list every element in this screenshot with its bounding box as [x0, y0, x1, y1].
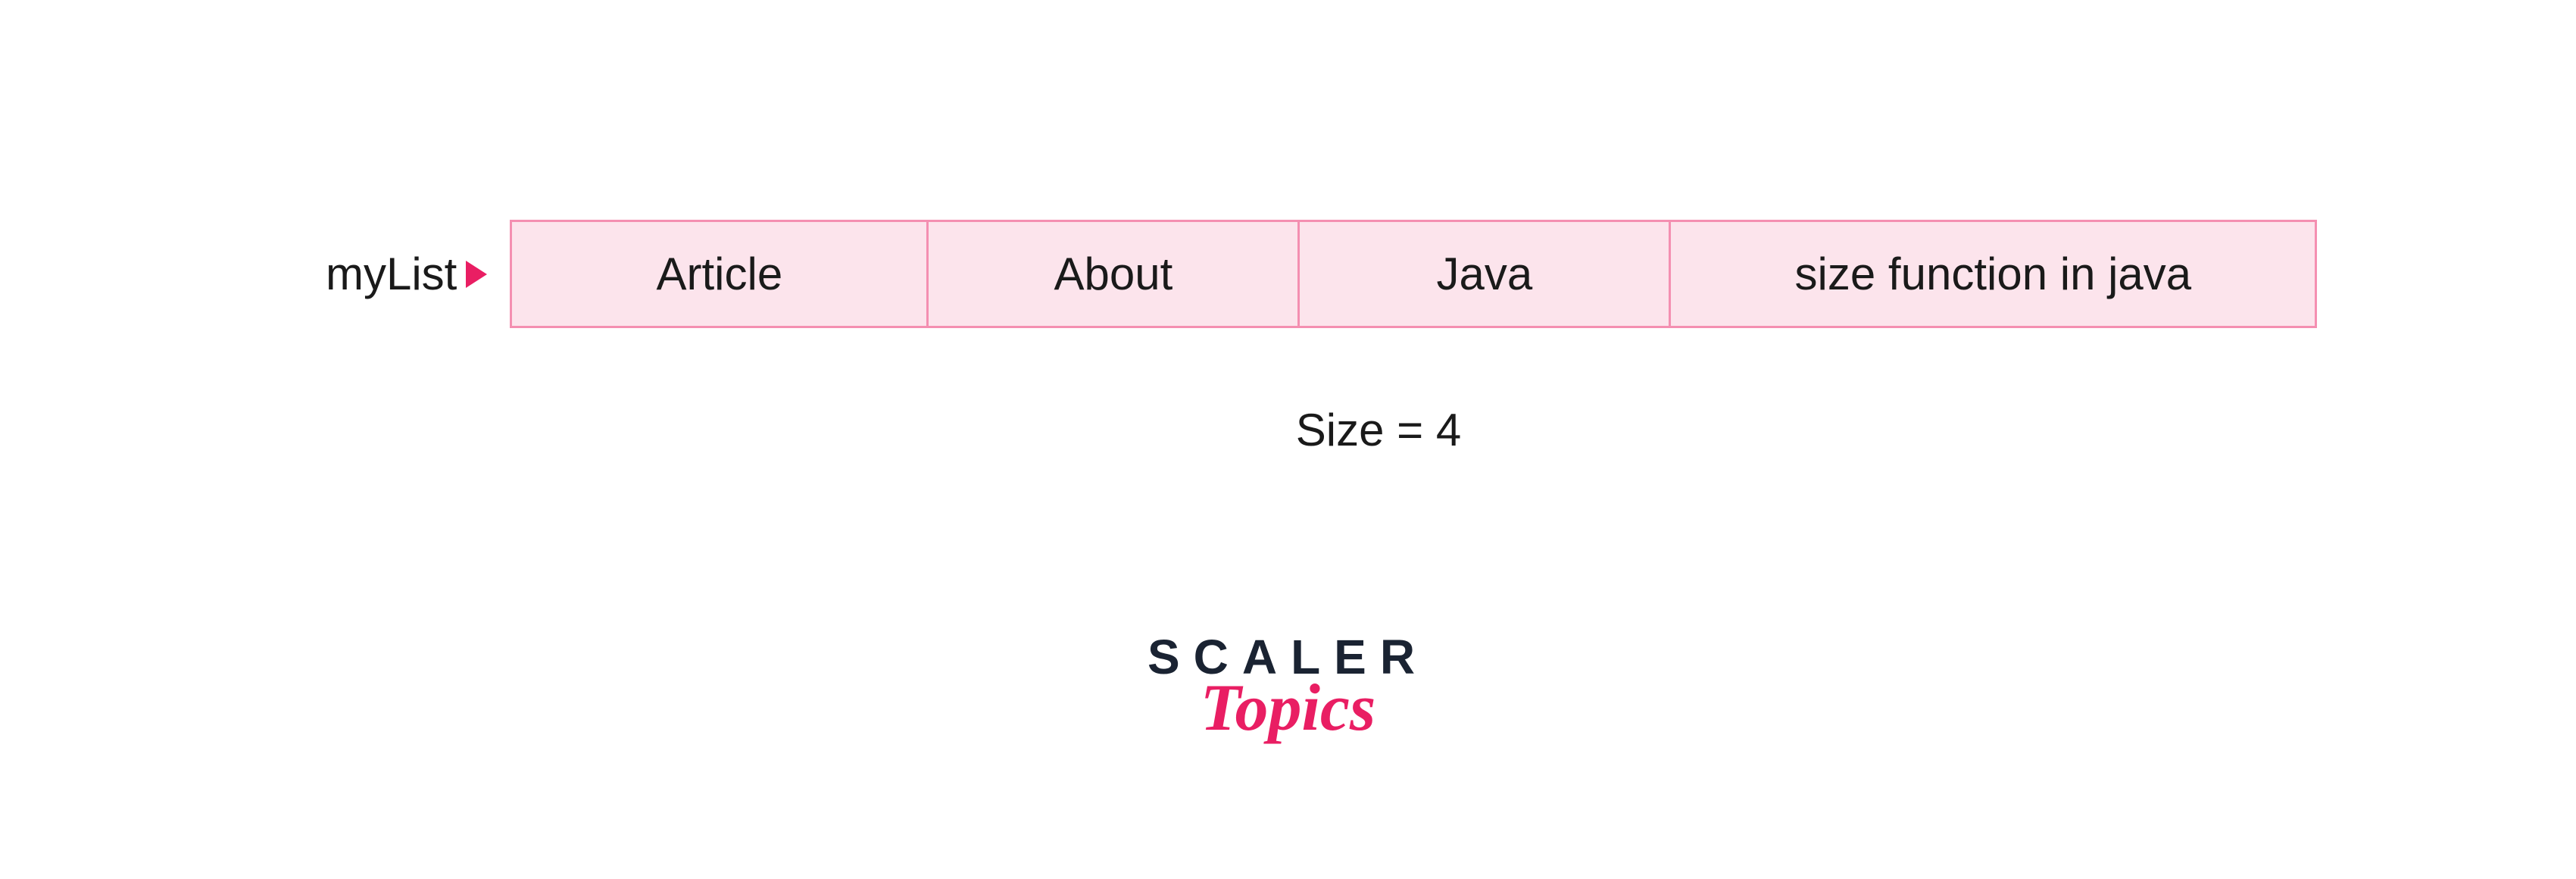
list-cell: About [929, 222, 1300, 326]
list-cells: Article About Java size function in java [510, 220, 2317, 328]
list-row: myList Article About Java size function … [326, 220, 2250, 328]
diagram-container: myList Article About Java size function … [326, 220, 2250, 456]
list-cell: size function in java [1671, 222, 2315, 326]
triangle-right-icon [466, 261, 487, 288]
list-cell: Article [512, 222, 929, 326]
logo: SCALER Topics [1147, 629, 1429, 746]
list-variable-label: myList [326, 248, 487, 300]
list-cell: Java [1300, 222, 1671, 326]
list-name: myList [326, 248, 457, 300]
size-label: Size = 4 [507, 404, 2250, 456]
